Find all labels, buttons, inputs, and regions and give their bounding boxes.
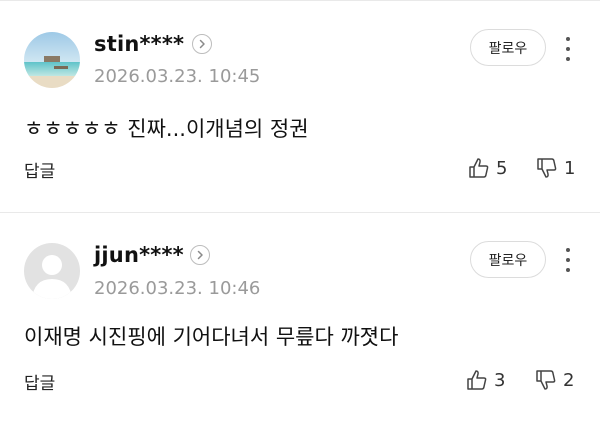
chevron-right-icon[interactable] [190,245,210,265]
avatar[interactable] [24,32,80,88]
dislike-count: 1 [564,157,576,179]
username[interactable]: jjun**** [94,243,184,267]
timestamp: 2026.03.23. 10:45 [94,66,261,87]
more-vertical-icon[interactable] [560,34,576,64]
chevron-right-icon[interactable] [192,34,212,54]
dislike-button[interactable]: 2 [535,369,574,391]
reply-button[interactable]: 답글 [24,369,55,394]
like-count: 3 [494,369,506,391]
thumbs-down-icon [536,157,558,179]
thumbs-up-icon [468,157,490,179]
comment-text: 이재명 시진핑에 기어다녀서 무릎다 까졋다 [24,325,399,349]
thumbs-down-icon [535,369,557,391]
dislike-count: 2 [563,369,575,391]
follow-button[interactable]: 팔로우 [470,29,546,66]
thumbs-up-icon [466,369,488,391]
like-button[interactable]: 3 [466,369,505,391]
like-button[interactable]: 5 [468,157,507,179]
timestamp: 2026.03.23. 10:46 [94,278,261,299]
comment-item: jjun**** 2026.03.23. 10:46 팔로우 이재명 시진핑에 … [0,212,600,427]
comment-item: stin**** 2026.03.23. 10:45 팔로우 ㅎㅎㅎㅎㅎ 진짜.… [0,0,600,212]
username[interactable]: stin**** [94,32,184,56]
like-count: 5 [496,157,508,179]
comment-text: ㅎㅎㅎㅎㅎ 진짜...이개념의 정권 [24,117,309,141]
reply-button[interactable]: 답글 [24,157,55,182]
follow-button[interactable]: 팔로우 [470,241,546,278]
dislike-button[interactable]: 1 [536,157,575,179]
avatar[interactable] [24,243,80,299]
more-vertical-icon[interactable] [560,245,576,275]
